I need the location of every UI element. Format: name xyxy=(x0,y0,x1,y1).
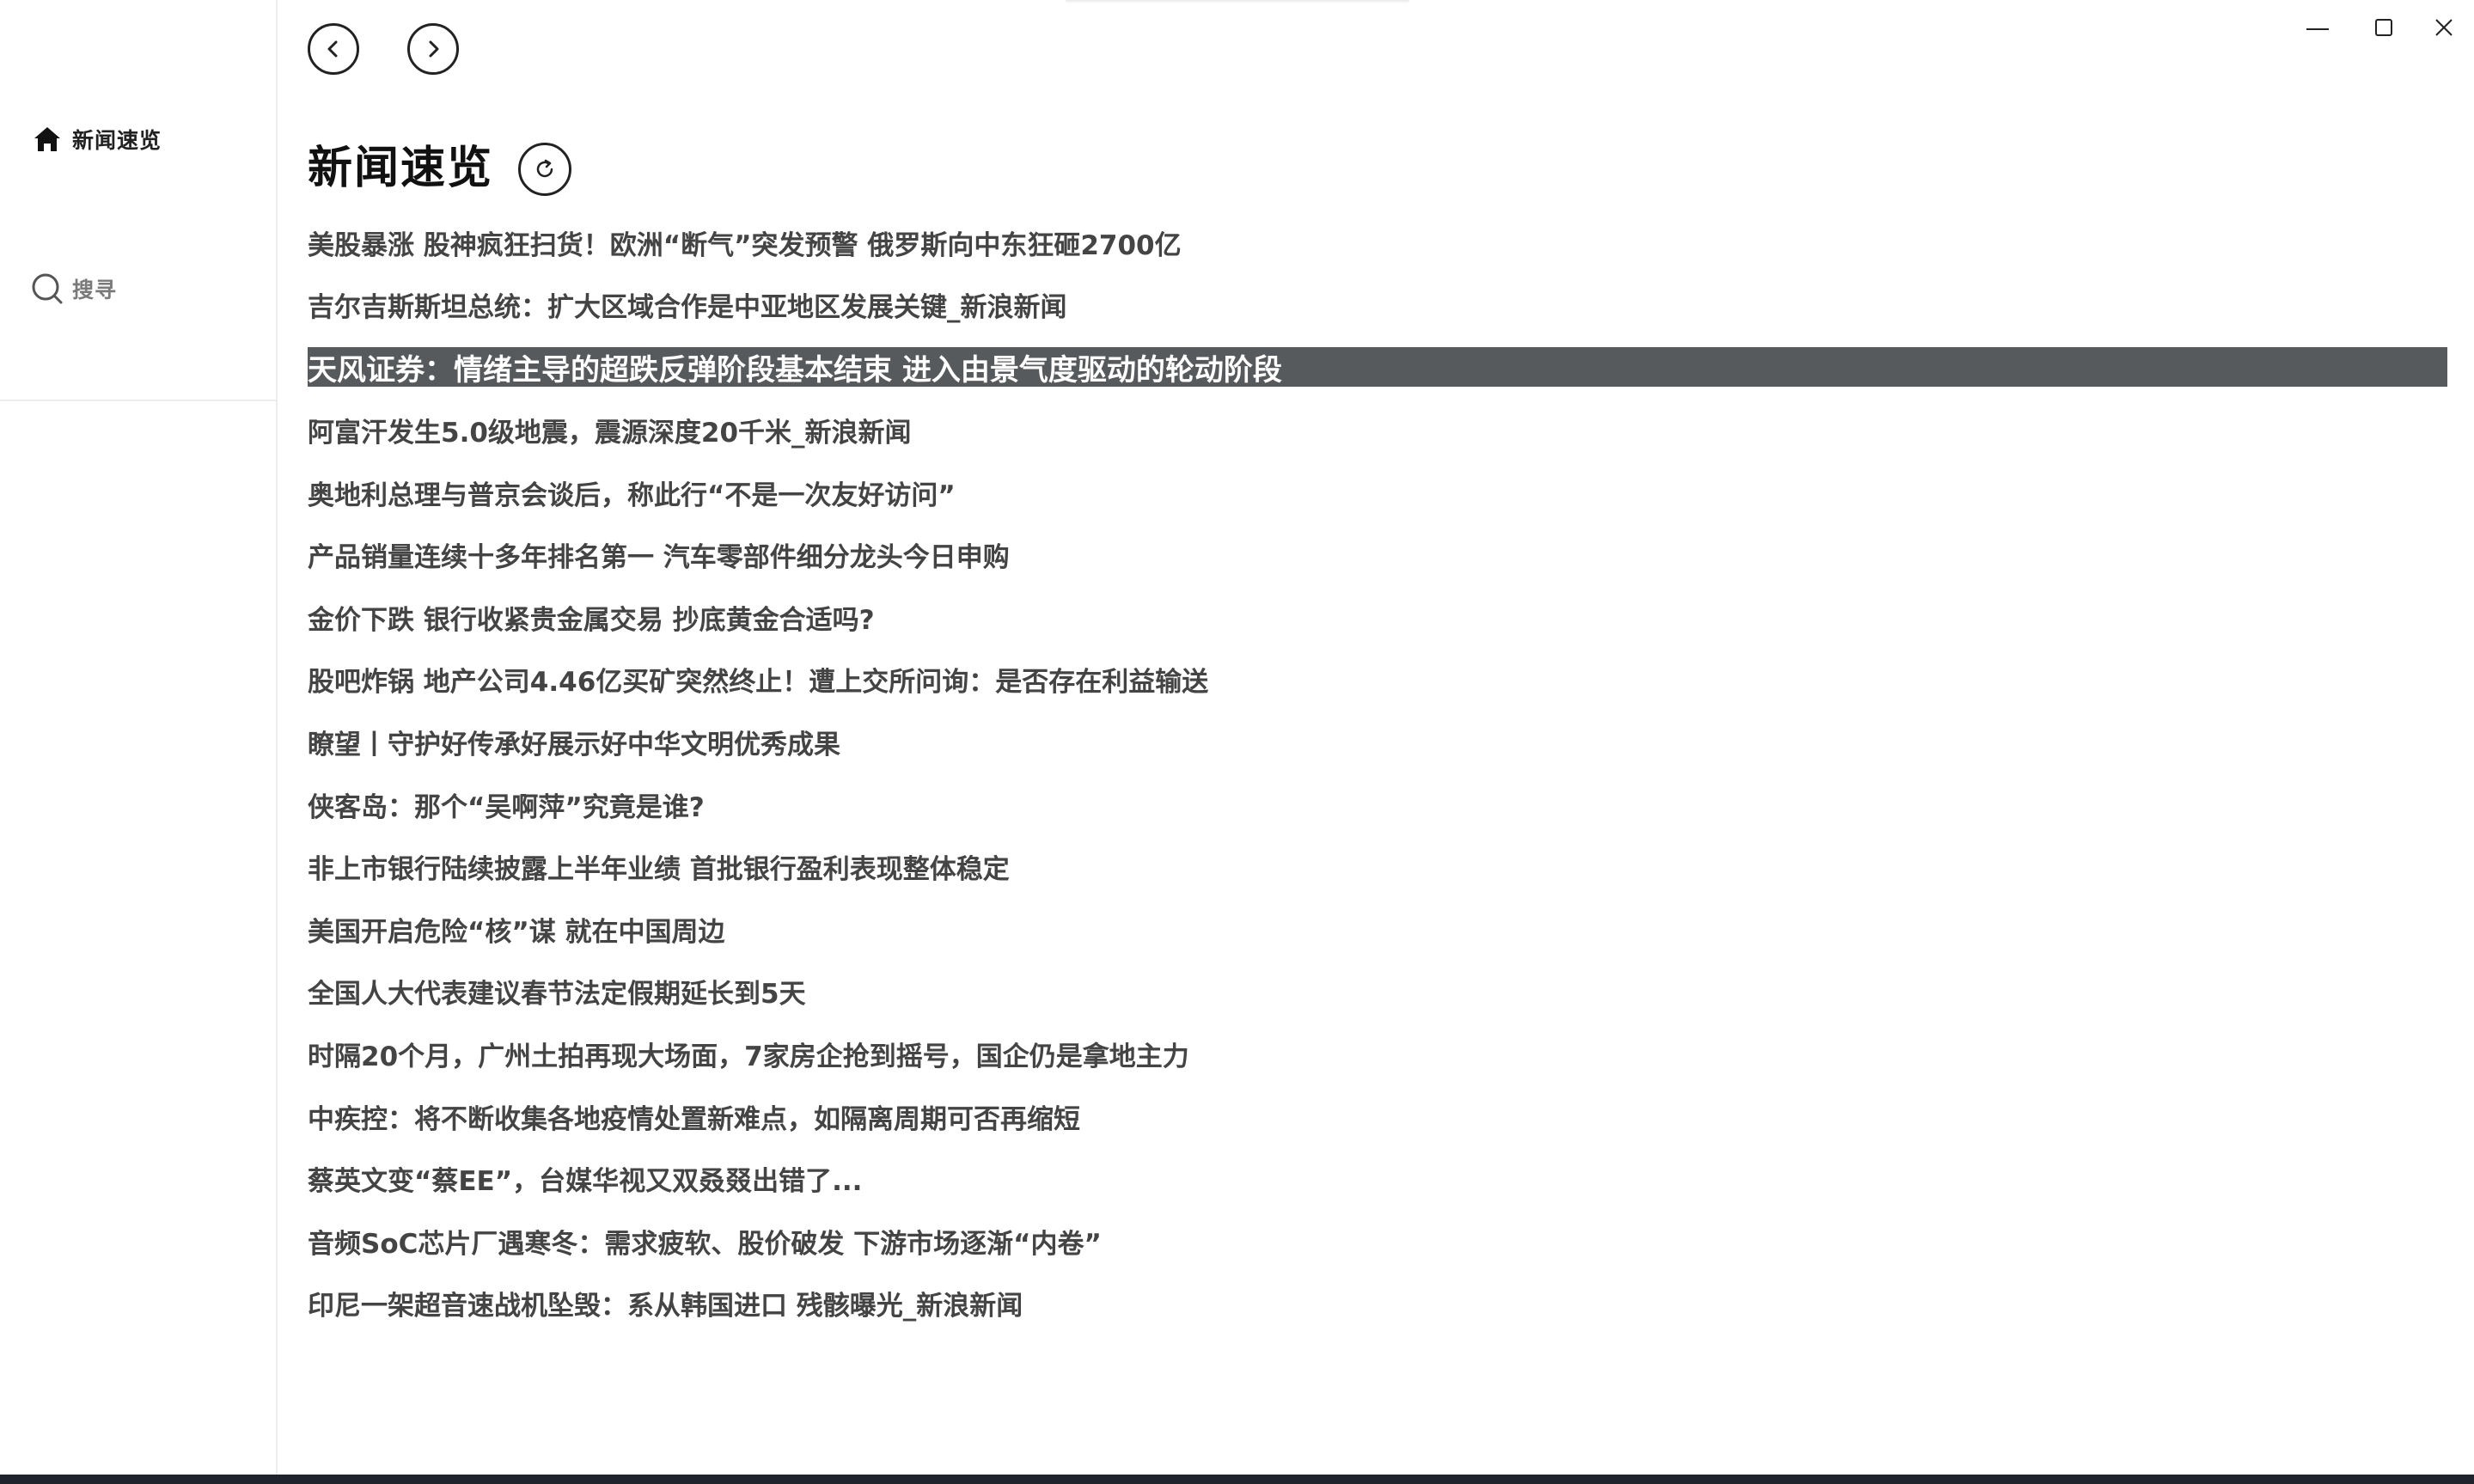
close-button[interactable] xyxy=(2422,12,2465,43)
news-item-title: 全国人大代表建议春节法定假期延长到5天 xyxy=(308,979,806,1011)
news-item-title: 侠客岛：那个“吴啊萍”究竟是谁? xyxy=(308,791,705,823)
minimize-button[interactable] xyxy=(2296,12,2339,43)
sidebar-item-news-overview[interactable]: 新闻速览 xyxy=(31,119,162,160)
maximize-button[interactable] xyxy=(2362,12,2405,43)
news-item[interactable]: 瞭望丨守护好传承好展示好中华文明优秀成果 xyxy=(308,711,2447,773)
news-item[interactable]: 股吧炸锅 地产公司4.46亿买矿突然终止！遭上交所问询：是否存在利益输送 xyxy=(308,649,2447,711)
sidebar-divider xyxy=(0,400,278,401)
taskbar xyxy=(0,1475,2474,1484)
sidebar-item-label: 搜寻 xyxy=(72,278,118,302)
news-item-selected[interactable]: 天风证券：情绪主导的超跌反弹阶段基本结束 进入由景气度驱动的轮动阶段 xyxy=(308,347,2447,388)
news-item-title: 时隔20个月，广州土拍再现大场面，7家房企抢到摇号，国企仍是拿地主力 xyxy=(308,1041,1189,1072)
maximize-icon xyxy=(2375,19,2392,36)
news-item-title: 蔡英文变“蔡EE”，台媒华视又双叒叕出错了... xyxy=(308,1166,863,1198)
news-item-title: 美国开启危险“核”谋 就在中国周边 xyxy=(308,916,725,948)
news-item[interactable]: 阿富汗发生5.0级地震，震源深度20千米_新浪新闻 xyxy=(308,399,2447,461)
search-icon xyxy=(31,272,64,305)
news-item[interactable]: 音频SoC芯片厂遇寒冬：需求疲软、股价破发 下游市场逐渐“内卷” xyxy=(308,1210,2447,1273)
close-icon xyxy=(2435,19,2453,36)
news-item[interactable]: 全国人大代表建议春节法定假期延长到5天 xyxy=(308,961,2447,1023)
news-item[interactable]: 中疾控：将不断收集各地疫情处置新难点，如隔离周期可否再缩短 xyxy=(308,1085,2447,1148)
news-item-title: 音频SoC芯片厂遇寒冬：需求疲软、股价破发 下游市场逐渐“内卷” xyxy=(308,1228,1102,1260)
news-item[interactable]: 美股暴涨 股神疯狂扫货！欧洲“断气”突发预警 俄罗斯向中东狂砸2700亿 xyxy=(308,211,2447,274)
news-item-title: 金价下跌 银行收紧贵金属交易 抄底黄金合适吗? xyxy=(308,604,875,636)
news-item[interactable]: 吉尔吉斯斯坦总统：扩大区域合作是中亚地区发展关键_新浪新闻 xyxy=(308,274,2447,337)
news-item[interactable]: 侠客岛：那个“吴啊萍”究竟是谁? xyxy=(308,773,2447,836)
chevron-left-icon xyxy=(327,40,338,58)
news-item[interactable]: 非上市银行陆续披露上半年业绩 首批银行盈利表现整体稳定 xyxy=(308,835,2447,898)
news-item[interactable]: 蔡英文变“蔡EE”，台媒华视又双叒叕出错了... xyxy=(308,1147,2447,1210)
news-item-title: 印尼一架超音速战机坠毁：系从韩国进口 残骸曝光_新浪新闻 xyxy=(308,1291,1023,1322)
news-item[interactable]: 美国开启危险“核”谋 就在中国周边 xyxy=(308,898,2447,961)
refresh-icon xyxy=(536,159,553,178)
news-item-title: 非上市银行陆续披露上半年业绩 首批银行盈利表现整体稳定 xyxy=(308,854,1010,886)
forward-button[interactable] xyxy=(407,23,459,75)
app-window: 新闻速览 搜寻 新闻速览 美股暴涨 股神疯狂扫货！欧洲“断气”突发预警 俄罗斯向… xyxy=(0,0,2474,1475)
news-item[interactable]: 奥地利总理与普京会谈后，称此行“不是一次友好访问” xyxy=(308,461,2447,524)
news-list: 美股暴涨 股神疯狂扫货！欧洲“断气”突发预警 俄罗斯向中东狂砸2700亿 吉尔吉… xyxy=(308,211,2447,1334)
minimize-icon xyxy=(2306,28,2329,30)
news-item[interactable]: 金价下跌 银行收紧贵金属交易 抄底黄金合适吗? xyxy=(308,586,2447,649)
news-item-title: 天风证券：情绪主导的超跌反弹阶段基本结束 进入由景气度驱动的轮动阶段 xyxy=(308,352,1282,388)
page-title: 新闻速览 xyxy=(308,143,494,194)
news-item-title: 股吧炸锅 地产公司4.46亿买矿突然终止！遭上交所问询：是否存在利益输送 xyxy=(308,667,1209,699)
news-item[interactable]: 产品销量连续十多年排名第一 汽车零部件细分龙头今日申购 xyxy=(308,523,2447,586)
news-item-title: 美股暴涨 股神疯狂扫货！欧洲“断气”突发预警 俄罗斯向中东狂砸2700亿 xyxy=(308,229,1182,261)
sidebar: 新闻速览 搜寻 xyxy=(0,0,278,1475)
back-button[interactable] xyxy=(308,23,359,75)
news-item[interactable]: 时隔20个月，广州土拍再现大场面，7家房企抢到摇号，国企仍是拿地主力 xyxy=(308,1023,2447,1085)
news-item-title: 吉尔吉斯斯坦总统：扩大区域合作是中亚地区发展关键_新浪新闻 xyxy=(308,292,1067,324)
news-item-title: 瞭望丨守护好传承好展示好中华文明优秀成果 xyxy=(308,729,840,760)
main-content: 新闻速览 美股暴涨 股神疯狂扫货！欧洲“断气”突发预警 俄罗斯向中东狂砸2700… xyxy=(308,0,2447,1475)
sidebar-item-search[interactable]: 搜寻 xyxy=(31,268,117,309)
news-item[interactable]: 印尼一架超音速战机坠毁：系从韩国进口 残骸曝光_新浪新闻 xyxy=(308,1273,2447,1335)
news-item-title: 阿富汗发生5.0级地震，震源深度20千米_新浪新闻 xyxy=(308,417,912,449)
home-icon xyxy=(31,123,64,156)
news-item-title: 奥地利总理与普京会谈后，称此行“不是一次友好访问” xyxy=(308,479,956,511)
refresh-button[interactable] xyxy=(518,143,571,196)
news-item-title: 中疾控：将不断收集各地疫情处置新难点，如隔离周期可否再缩短 xyxy=(308,1103,1080,1135)
sidebar-item-label: 新闻速览 xyxy=(72,128,162,153)
chevron-right-icon xyxy=(429,40,439,58)
news-item-title: 产品销量连续十多年排名第一 汽车零部件细分龙头今日申购 xyxy=(308,542,1010,574)
